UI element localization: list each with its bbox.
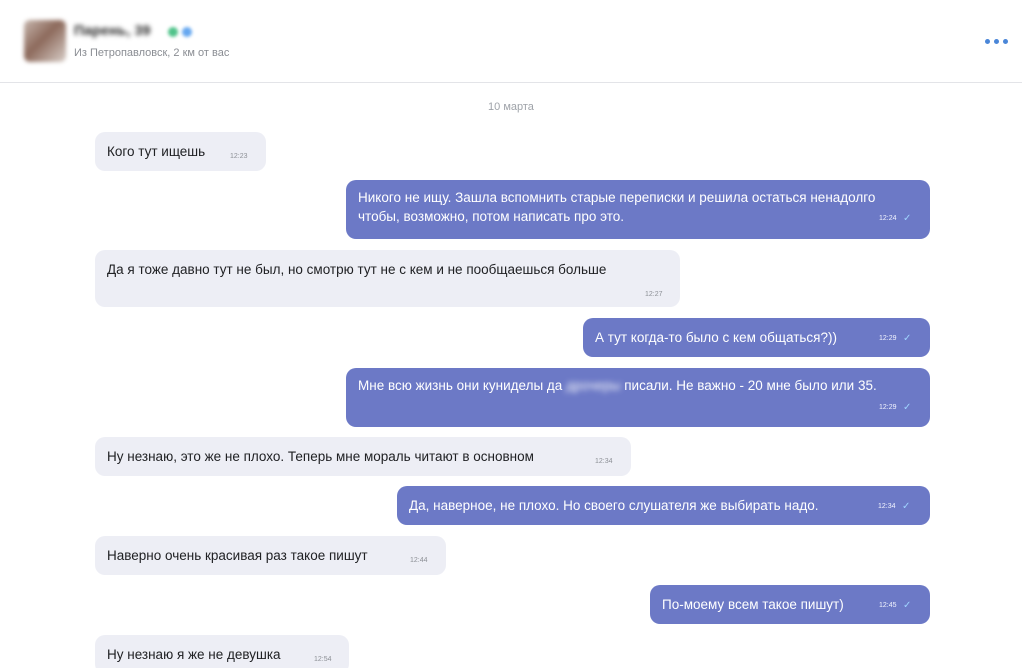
more-options-icon[interactable]	[984, 36, 1008, 46]
verified-status-icon	[182, 27, 192, 37]
message-time: 12:29	[879, 404, 897, 411]
message-time: 12:34	[595, 458, 613, 465]
outgoing-message[interactable]: А тут когда-то было с кем общаться?)) 12…	[583, 318, 930, 357]
contact-name[interactable]: Парень, 39	[74, 22, 151, 38]
incoming-message[interactable]: Ну незнаю, это же не плохо. Теперь мне м…	[95, 437, 631, 476]
message-time: 12:44	[410, 557, 428, 564]
message-list[interactable]: 10 марта Кого тут ищешь 12:23 Никого не …	[0, 83, 1022, 668]
outgoing-message[interactable]: Мне всю жизнь они куниделы да дрочеры пи…	[346, 368, 930, 427]
chat-window: Парень, 39 Из Петропавловск, 2 км от вас…	[0, 0, 1022, 668]
more-options-dot-1	[984, 38, 990, 44]
read-check-icon: ✓	[903, 213, 912, 224]
message-time: 12:23	[230, 153, 248, 160]
incoming-message[interactable]: Наверно очень красивая раз такое пишут 1…	[95, 536, 446, 575]
date-separator: 10 марта	[488, 101, 534, 113]
message-time: 12:24	[879, 215, 897, 222]
message-time: 12:45	[879, 602, 897, 609]
message-text: По-моему всем такое пишут)	[662, 597, 844, 612]
message-text: Мне всю жизнь они куниделы да дрочеры пи…	[358, 376, 883, 395]
online-status-icon	[168, 27, 178, 37]
incoming-message[interactable]: Кого тут ищешь 12:23	[95, 132, 266, 171]
outgoing-message[interactable]: По-моему всем такое пишут) 12:45 ✓	[650, 585, 930, 624]
censored-word: дрочеры	[566, 378, 621, 393]
outgoing-message[interactable]: Никого не ищу. Зашла вспомнить старые пе…	[346, 180, 930, 239]
more-options-dot-2	[993, 38, 999, 44]
message-text-after-censor: писали. Не важно - 20 мне было или 35.	[624, 378, 877, 393]
contact-location: Из Петропавловск, 2 км от вас	[74, 47, 230, 59]
outgoing-message[interactable]: Да, наверное, не плохо. Но своего слушат…	[397, 486, 930, 525]
message-text-before-censor: Мне всю жизнь они куниделы да	[358, 378, 563, 393]
read-check-icon: ✓	[903, 333, 912, 344]
message-text: Ну незнаю, это же не плохо. Теперь мне м…	[107, 449, 534, 464]
avatar[interactable]	[24, 20, 66, 62]
read-check-icon: ✓	[903, 600, 912, 611]
read-check-icon: ✓	[903, 402, 912, 413]
more-options-dot-3	[1002, 38, 1008, 44]
incoming-message[interactable]: Да я тоже давно тут не был, но смотрю ту…	[95, 250, 680, 307]
message-time: 12:54	[314, 656, 332, 663]
message-text: Никого не ищу. Зашла вспомнить старые пе…	[358, 190, 876, 224]
message-text: Да я тоже давно тут не был, но смотрю ту…	[107, 262, 607, 277]
message-time: 12:34	[878, 503, 896, 510]
status-indicators	[168, 27, 192, 37]
message-time: 12:27	[645, 291, 663, 298]
incoming-message[interactable]: Ну незнаю я же не девушка 12:54	[95, 635, 349, 668]
read-check-icon: ✓	[902, 501, 911, 512]
message-text: Ну незнаю я же не девушка	[107, 647, 281, 662]
message-text: Да, наверное, не плохо. Но своего слушат…	[409, 498, 819, 513]
message-text: А тут когда-то было с кем общаться?))	[595, 330, 837, 345]
message-text: Наверно очень красивая раз такое пишут	[107, 548, 368, 563]
message-text: Кого тут ищешь	[107, 144, 206, 159]
chat-header: Парень, 39 Из Петропавловск, 2 км от вас	[0, 0, 1022, 83]
message-time: 12:29	[879, 335, 897, 342]
